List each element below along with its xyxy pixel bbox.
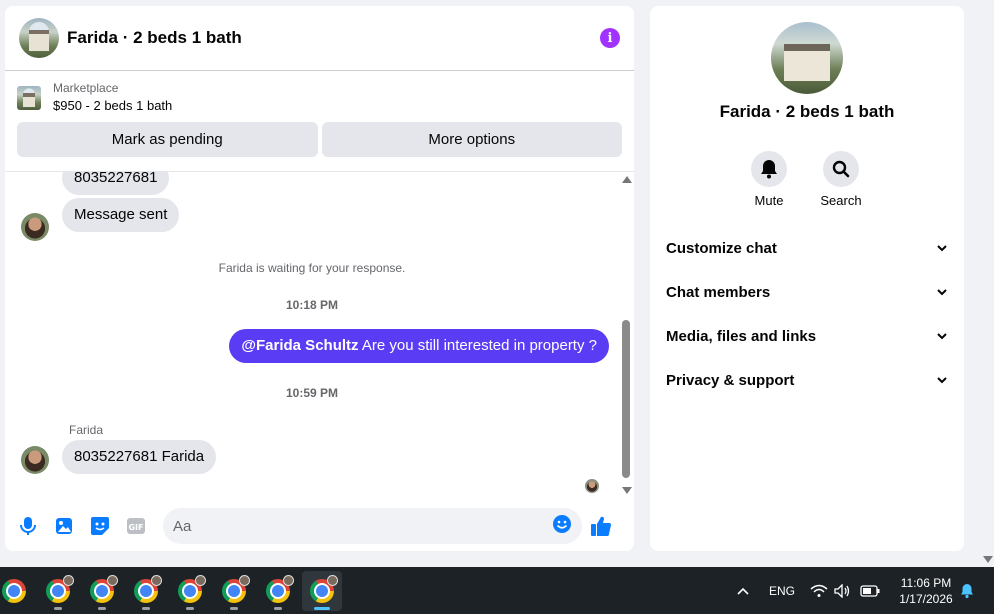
volume-icon[interactable] — [834, 567, 852, 614]
waiting-notice: Farida is waiting for your response. — [218, 261, 406, 275]
chevron-down-icon — [937, 245, 947, 252]
search-icon[interactable] — [823, 151, 859, 187]
search-label: Search — [820, 193, 862, 208]
taskbar-chrome-profile-icon[interactable] — [214, 571, 254, 611]
message-input-wrapper — [163, 508, 582, 544]
mute-label: Mute — [754, 193, 784, 208]
marketplace-label: Marketplace — [53, 81, 119, 95]
info-icon[interactable]: i — [600, 28, 620, 48]
message-input[interactable] — [173, 517, 552, 535]
chevron-down-icon — [937, 377, 947, 384]
timestamp: 10:59 PM — [285, 386, 339, 400]
timestamp: 10:18 PM — [285, 298, 339, 312]
chat-panel: Farida · 2 beds 1 bath i Marketplace $95… — [5, 6, 634, 551]
scroll-thumb[interactable] — [622, 320, 630, 478]
message-bubble-incoming: 8035227681 Farida — [62, 440, 217, 474]
scroll-down-arrow-icon[interactable] — [622, 487, 632, 494]
search-action[interactable]: Search — [811, 151, 871, 208]
taskbar-chrome-icon[interactable] — [0, 571, 34, 611]
sender-avatar[interactable] — [21, 446, 49, 474]
marketplace-banner: Marketplace $950 - 2 beds 1 bath Mark as… — [5, 71, 634, 172]
chevron-up-icon[interactable] — [736, 567, 750, 614]
taskbar-chrome-profile-icon[interactable] — [126, 571, 166, 611]
clock[interactable]: 11:06 PM 1/17/2026 — [886, 575, 966, 607]
chat-title[interactable]: Farida · 2 beds 1 bath — [67, 28, 600, 48]
chevron-down-icon — [937, 333, 947, 340]
thumbs-up-icon[interactable] — [588, 513, 614, 539]
info-title: Farida · 2 beds 1 bath — [719, 102, 895, 121]
seen-indicator-avatar — [585, 479, 599, 493]
image-icon[interactable] — [51, 513, 77, 539]
mark-as-pending-button[interactable]: Mark as pending — [17, 122, 318, 157]
row-label: Chat members — [666, 283, 771, 301]
emoji-icon[interactable] — [552, 514, 572, 539]
bell-icon[interactable] — [751, 151, 787, 187]
chevron-down-icon — [937, 289, 947, 296]
row-label: Media, files and links — [666, 327, 817, 345]
sticker-icon[interactable] — [87, 513, 113, 539]
message-bubble-incoming: 8035227681 — [62, 172, 170, 195]
microphone-icon[interactable] — [15, 513, 41, 539]
message-list: 8035227681 Message sent Farida is waitin… — [5, 172, 634, 498]
customize-chat-row[interactable]: Customize chat — [666, 236, 948, 260]
sender-avatar[interactable] — [21, 213, 49, 241]
message-text: Are you still interested in property ? — [358, 337, 597, 354]
mention[interactable]: @Farida Schultz — [241, 337, 358, 354]
composer: GIF — [5, 501, 634, 551]
taskbar-chrome-profile-icon[interactable] — [170, 571, 210, 611]
chat-members-row[interactable]: Chat members — [666, 280, 948, 304]
chat-header: Farida · 2 beds 1 bath i — [5, 6, 634, 71]
taskbar-chrome-profile-icon[interactable] — [38, 571, 78, 611]
message-bubble-outgoing: @Farida Schultz Are you still interested… — [229, 329, 609, 363]
gif-icon[interactable]: GIF — [123, 513, 149, 539]
privacy-support-row[interactable]: Privacy & support — [666, 368, 948, 392]
svg-text:GIF: GIF — [128, 523, 143, 532]
conversation-info-panel: Farida · 2 beds 1 bath Mute Search Custo… — [650, 6, 964, 551]
row-label: Customize chat — [666, 239, 777, 257]
taskbar-chrome-profile-icon-active[interactable] — [302, 571, 342, 611]
clock-date: 1/17/2026 — [899, 592, 953, 606]
page-scroll-down-arrow-icon[interactable] — [983, 556, 993, 563]
message-scrollbar[interactable] — [621, 172, 633, 498]
battery-icon[interactable] — [860, 567, 880, 614]
wifi-icon[interactable] — [810, 567, 828, 614]
sender-name: Farida — [69, 423, 104, 437]
media-files-links-row[interactable]: Media, files and links — [666, 324, 948, 348]
message-bubble-incoming: Message sent — [62, 198, 180, 232]
taskbar-chrome-profile-icon[interactable] — [258, 571, 298, 611]
scroll-up-arrow-icon[interactable] — [622, 176, 632, 183]
taskbar-chrome-profile-icon[interactable] — [82, 571, 122, 611]
row-label: Privacy & support — [666, 371, 795, 389]
listing-summary[interactable]: $950 - 2 beds 1 bath — [53, 96, 172, 116]
listing-thumbnail[interactable] — [17, 86, 41, 110]
language-indicator[interactable]: ENG — [769, 567, 795, 614]
listing-avatar[interactable] — [19, 18, 59, 58]
listing-avatar-large[interactable] — [771, 22, 843, 94]
mute-action[interactable]: Mute — [739, 151, 799, 208]
taskbar: ENG 11:06 PM 1/17/2026 — [0, 567, 994, 614]
more-options-button[interactable]: More options — [321, 122, 622, 157]
clock-time: 11:06 PM — [900, 576, 952, 590]
notification-bell-icon[interactable] — [960, 567, 974, 614]
